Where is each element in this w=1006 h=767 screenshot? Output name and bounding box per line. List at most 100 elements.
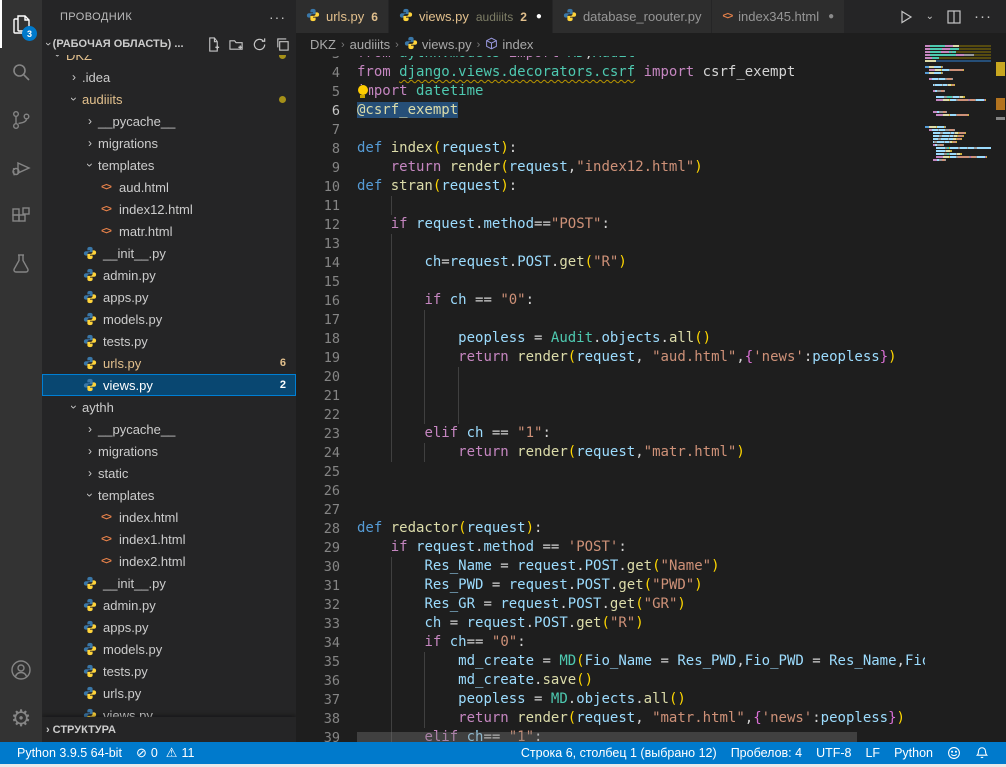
status-language-mode[interactable]: Python (887, 742, 940, 764)
editor-more-icon[interactable]: ··· (974, 8, 992, 25)
code-line-37[interactable]: 37 peopless = MD.objects.all() (296, 690, 925, 709)
tree-item-templates[interactable]: ›templates (42, 154, 296, 176)
status-encoding[interactable]: UTF-8 (809, 742, 858, 764)
tree-item-views-py[interactable]: views.py (42, 704, 296, 717)
code-editor[interactable]: 3from aythh.models import MD,Audit4from … (296, 56, 925, 742)
breadcrumb-item-audiiits[interactable]: audiiits (350, 37, 390, 52)
code-line-19[interactable]: 19 return render(request, "aud.html",{'n… (296, 348, 925, 367)
code-line-38[interactable]: 38 return render(request, "matr.html",{'… (296, 709, 925, 728)
breadcrumb-item-dkz[interactable]: DKZ (310, 37, 336, 52)
tree-item-views-py[interactable]: views.py2 (42, 374, 296, 396)
tree-item-admin-py[interactable]: admin.py (42, 594, 296, 616)
tree-item-models-py[interactable]: models.py (42, 308, 296, 330)
dirty-dot-icon[interactable]: ● (536, 11, 542, 22)
code-line-27[interactable]: 27 (296, 500, 925, 519)
lightbulb-icon[interactable] (356, 85, 369, 98)
tree-item-index1-html[interactable]: <>index1.html (42, 528, 296, 550)
testing-icon[interactable] (0, 240, 42, 288)
tree-item--init-py[interactable]: __init__.py (42, 242, 296, 264)
code-line-4[interactable]: 4from django.views.decorators.csrf impor… (296, 63, 925, 82)
code-line-7[interactable]: 7 (296, 120, 925, 139)
new-folder-icon[interactable] (229, 37, 244, 52)
code-line-24[interactable]: 24 return render(request,"matr.html") (296, 443, 925, 462)
minimap[interactable] (925, 33, 991, 742)
breadcrumb-item-views-py[interactable]: views.py (404, 36, 472, 53)
new-file-icon[interactable] (206, 37, 221, 52)
tree-item-matr-html[interactable]: <>matr.html (42, 220, 296, 242)
code-line-9[interactable]: 9 return render(request,"index12.html") (296, 158, 925, 177)
explorer-icon[interactable]: 3 (0, 0, 42, 48)
tree-item-models-py[interactable]: models.py (42, 638, 296, 660)
status-feedback-icon[interactable] (940, 742, 968, 764)
horizontal-scrollbar[interactable] (357, 730, 925, 742)
code-line-20[interactable]: 20 (296, 367, 925, 386)
tree-item-migrations[interactable]: ›migrations (42, 132, 296, 154)
tree-item-urls-py[interactable]: urls.py (42, 682, 296, 704)
status-problems[interactable]: ⊘0⚠11 (129, 742, 202, 764)
dirty-dot-icon[interactable]: ● (828, 11, 834, 22)
code-line-8[interactable]: 8def index(request): (296, 139, 925, 158)
code-line-31[interactable]: 31 Res_PWD = request.POST.get("PWD") (296, 576, 925, 595)
refresh-icon[interactable] (252, 37, 267, 52)
tree-item-aud-html[interactable]: <>aud.html (42, 176, 296, 198)
tab-urls-py[interactable]: urls.py6 (296, 0, 389, 33)
tree-item--pycache-[interactable]: ›__pycache__ (42, 418, 296, 440)
code-line-21[interactable]: 21 (296, 386, 925, 405)
outline-section-header[interactable]: › СТРУКТУРА (42, 717, 296, 742)
tree-item--pycache-[interactable]: ›__pycache__ (42, 110, 296, 132)
settings-gear-icon[interactable]: ⚙ (0, 694, 42, 742)
collapse-all-icon[interactable] (275, 37, 290, 52)
code-line-6[interactable]: 6@csrf_exempt (296, 101, 925, 120)
source-control-icon[interactable] (0, 96, 42, 144)
tree-item-apps-py[interactable]: apps.py (42, 286, 296, 308)
search-icon[interactable] (0, 48, 42, 96)
code-line-28[interactable]: 28def redactor(request): (296, 519, 925, 538)
tree-item-tests-py[interactable]: tests.py (42, 660, 296, 682)
code-line-15[interactable]: 15 (296, 272, 925, 291)
account-icon[interactable] (0, 646, 42, 694)
tree-item-tests-py[interactable]: tests.py (42, 330, 296, 352)
code-line-34[interactable]: 34 if ch== "0": (296, 633, 925, 652)
status-python-interpreter[interactable]: Python 3.9.5 64-bit (10, 742, 129, 764)
code-line-33[interactable]: 33 ch = request.POST.get("R") (296, 614, 925, 633)
tree-item-apps-py[interactable]: apps.py (42, 616, 296, 638)
overview-ruler[interactable] (991, 0, 1006, 742)
code-line-25[interactable]: 25 (296, 462, 925, 481)
tree-item-admin-py[interactable]: admin.py (42, 264, 296, 286)
tab-database-roouter-py[interactable]: database_roouter.py (553, 0, 713, 33)
code-line-23[interactable]: 23 elif ch == "1": (296, 424, 925, 443)
code-line-10[interactable]: 10def stran(request): (296, 177, 925, 196)
code-line-18[interactable]: 18 peopless = Audit.objects.all() (296, 329, 925, 348)
tree-item-urls-py[interactable]: urls.py6 (42, 352, 296, 374)
tree-item-aythh[interactable]: ›aythh (42, 396, 296, 418)
code-line-13[interactable]: 13 (296, 234, 925, 253)
code-line-12[interactable]: 12 if request.method=="POST": (296, 215, 925, 234)
code-line-30[interactable]: 30 Res_Name = request.POST.get("Name") (296, 557, 925, 576)
code-line-5[interactable]: 5import datetime (296, 82, 925, 101)
tree-item--idea[interactable]: ›.idea (42, 66, 296, 88)
code-line-29[interactable]: 29 if request.method == 'POST': (296, 538, 925, 557)
run-dropdown-chevron-icon[interactable]: ⌄ (926, 11, 934, 22)
tree-item-index12-html[interactable]: <>index12.html (42, 198, 296, 220)
workspace-section-header[interactable]: › (РАБОЧАЯ ОБЛАСТЬ) ... (42, 33, 296, 55)
tab-index345-html[interactable]: <>index345.html● (712, 0, 845, 33)
run-debug-icon[interactable] (0, 144, 42, 192)
code-line-22[interactable]: 22 (296, 405, 925, 424)
extensions-icon[interactable] (0, 192, 42, 240)
status-indentation[interactable]: Пробелов: 4 (724, 742, 809, 764)
code-line-35[interactable]: 35 md_create = MD(Fio_Name = Res_PWD,Fio… (296, 652, 925, 671)
code-line-32[interactable]: 32 Res_GR = request.POST.get("GR") (296, 595, 925, 614)
explorer-more-icon[interactable]: ··· (269, 9, 286, 25)
tree-item-index2-html[interactable]: <>index2.html (42, 550, 296, 572)
tree-item-templates[interactable]: ›templates (42, 484, 296, 506)
tab-views-py[interactable]: views.pyaudiiits2● (389, 0, 553, 33)
code-line-16[interactable]: 16 if ch == "0": (296, 291, 925, 310)
code-line-3[interactable]: 3from aythh.models import MD,Audit (296, 56, 925, 63)
code-line-11[interactable]: 11 (296, 196, 925, 215)
tree-item-index-html[interactable]: <>index.html (42, 506, 296, 528)
code-line-14[interactable]: 14 ch=request.POST.get("R") (296, 253, 925, 272)
run-python-file-icon[interactable] (898, 9, 914, 25)
tree-item-static[interactable]: ›static (42, 462, 296, 484)
code-line-36[interactable]: 36 md_create.save() (296, 671, 925, 690)
split-editor-icon[interactable] (946, 9, 962, 25)
